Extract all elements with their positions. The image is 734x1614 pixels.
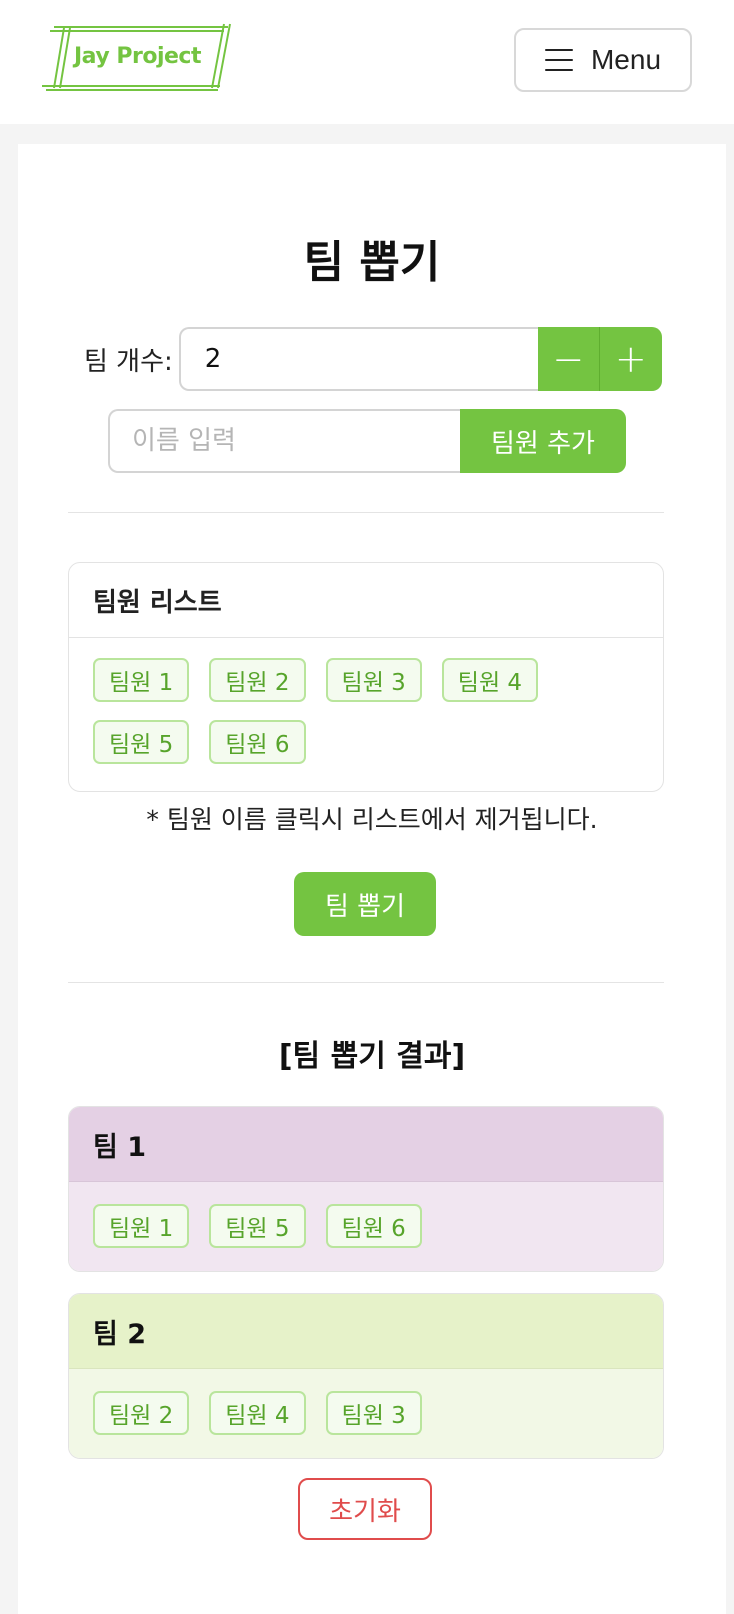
add-member-row: 팀원 추가 <box>108 409 626 473</box>
menu-button[interactable]: Menu <box>514 28 692 92</box>
add-member-button[interactable]: 팀원 추가 <box>460 409 626 473</box>
member-chip[interactable]: 팀원 6 <box>209 720 306 764</box>
team-member-chip: 팀원 6 <box>325 1204 422 1248</box>
team-member-chip: 팀원 3 <box>325 1391 422 1435</box>
team-members: 팀원 2 팀원 4 팀원 3 <box>69 1369 663 1458</box>
team-count-stepper: − + <box>537 327 662 391</box>
team-count-row: 팀 개수: 2 − + <box>84 327 662 391</box>
team-members: 팀원 1 팀원 5 팀원 6 <box>69 1182 663 1271</box>
logo-text: Jay Project <box>74 44 201 69</box>
team-member-chip: 팀원 5 <box>209 1204 306 1248</box>
divider <box>68 982 664 983</box>
member-chip[interactable]: 팀원 1 <box>93 658 190 702</box>
top-navbar: Jay Project Menu <box>0 0 734 124</box>
member-chip[interactable]: 팀원 2 <box>209 658 306 702</box>
main-card: 팀 뽑기 팀 개수: 2 − + 팀원 추가 팀원 리스트 팀원 1 팀원 2 … <box>18 144 726 1614</box>
reset-button[interactable]: 초기화 <box>298 1478 432 1540</box>
jay-project-logo[interactable]: Jay Project <box>40 22 236 96</box>
member-chip[interactable]: 팀원 3 <box>325 658 422 702</box>
name-input[interactable] <box>108 409 460 473</box>
team-card-1: 팀 1 팀원 1 팀원 5 팀원 6 <box>68 1106 664 1272</box>
member-list-title: 팀원 리스트 <box>69 563 663 638</box>
result-title: [팀 뽑기 결과] <box>278 1039 466 1074</box>
team-member-chip: 팀원 4 <box>209 1391 306 1435</box>
menu-label: Menu <box>590 44 662 75</box>
team-member-chip: 팀원 1 <box>93 1204 190 1248</box>
team-card-2: 팀 2 팀원 2 팀원 4 팀원 3 <box>68 1293 664 1459</box>
team-member-chip: 팀원 2 <box>93 1391 190 1435</box>
increase-button[interactable]: + <box>599 327 662 391</box>
member-list-chips: 팀원 1 팀원 2 팀원 3 팀원 4 팀원 5 팀원 6 <box>69 638 649 764</box>
decrease-button[interactable]: − <box>537 327 600 391</box>
team-count-label: 팀 개수: <box>84 346 173 377</box>
member-chip[interactable]: 팀원 5 <box>93 720 190 764</box>
remove-hint-note: * 팀원 이름 클릭시 리스트에서 제거됩니다. <box>146 805 598 834</box>
pick-teams-button[interactable]: 팀 뽑기 <box>294 872 436 936</box>
member-chip[interactable]: 팀원 4 <box>441 658 539 702</box>
divider <box>68 512 664 513</box>
team-name: 팀 2 <box>69 1294 663 1369</box>
team-count-input[interactable]: 2 <box>178 327 538 391</box>
page-title: 팀 뽑기 <box>303 237 441 288</box>
member-list-panel: 팀원 리스트 팀원 1 팀원 2 팀원 3 팀원 4 팀원 5 팀원 6 <box>68 562 664 792</box>
hamburger-icon <box>544 49 573 71</box>
team-name: 팀 1 <box>69 1107 663 1182</box>
